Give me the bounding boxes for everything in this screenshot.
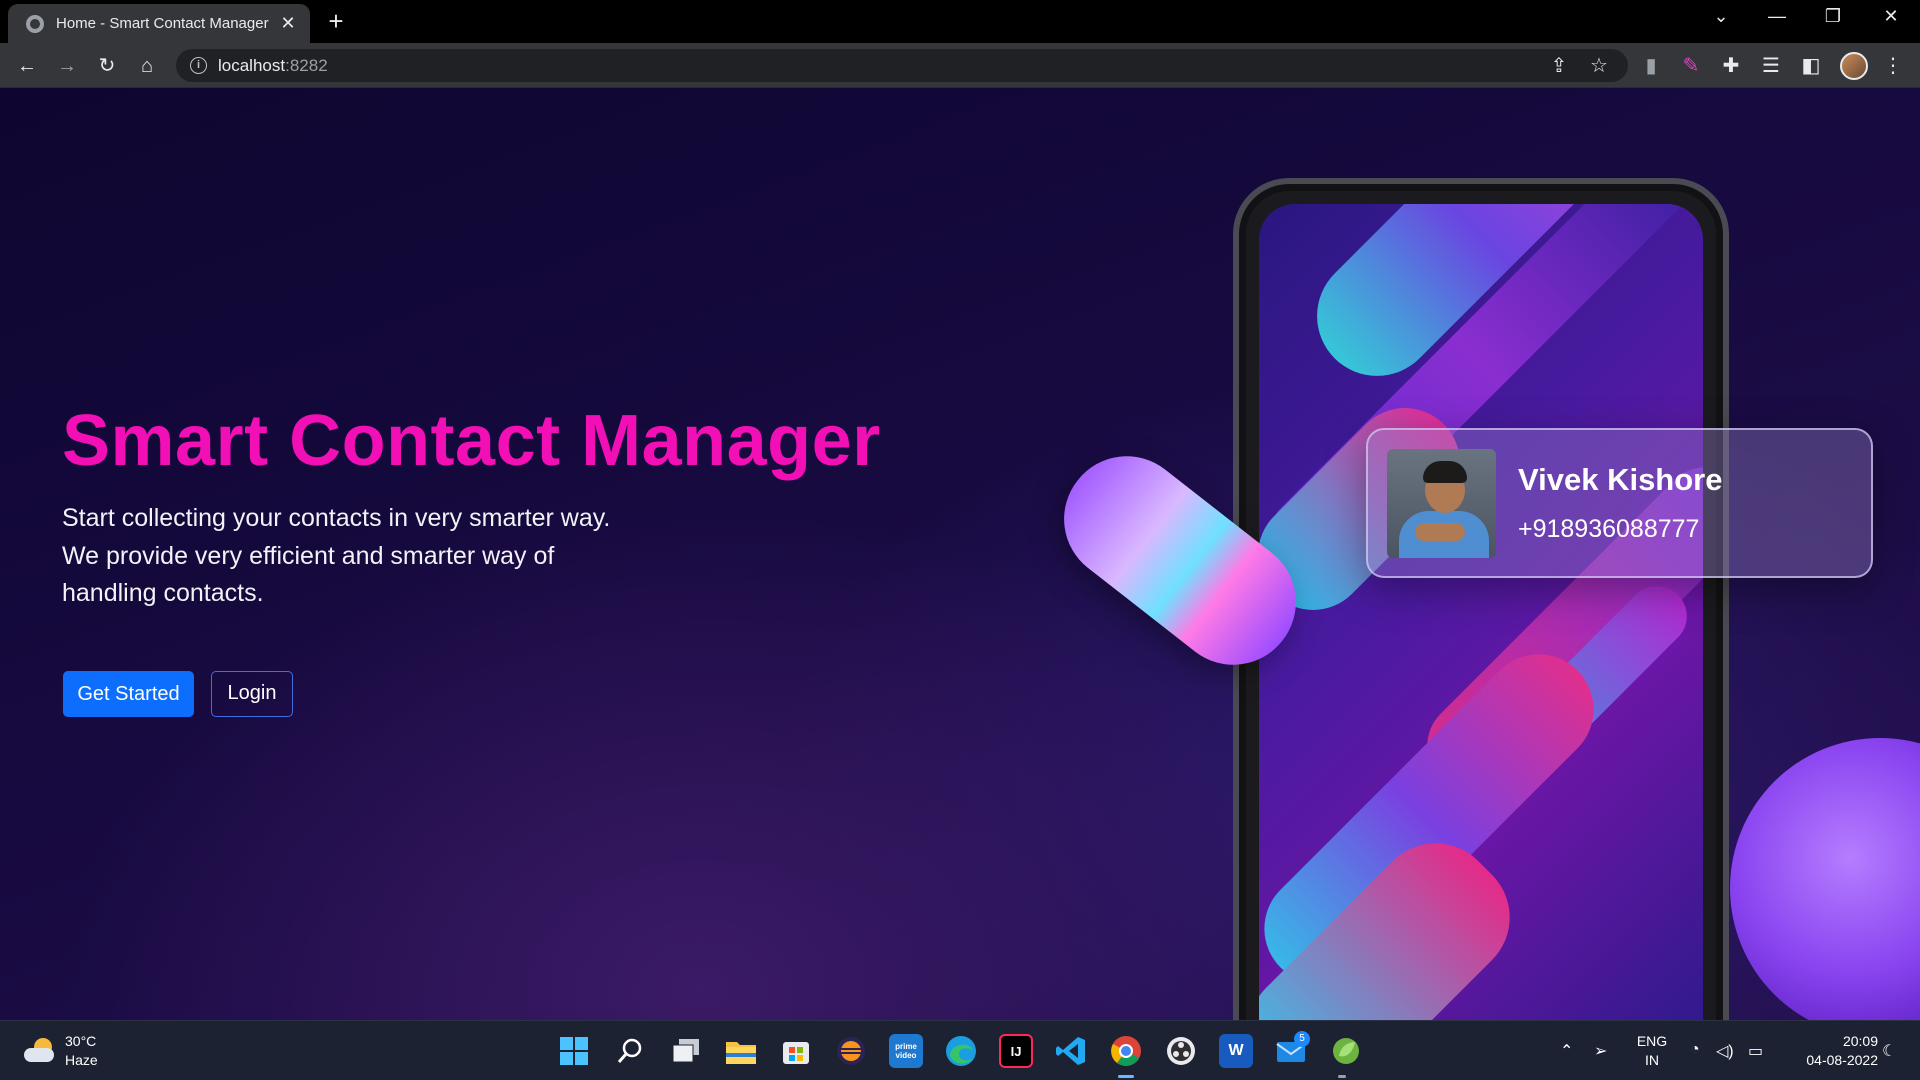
browser-toolbar: ← → ↻ ⌂ i localhost:8282 ⇪ ☆ ▮ ✎ ✚ ☰ ◧ ⋮ — [0, 43, 1920, 88]
obs-icon[interactable] — [1164, 1034, 1198, 1068]
close-window-button[interactable]: ✕ — [1876, 6, 1906, 27]
chrome-icon[interactable] — [1109, 1034, 1143, 1068]
side-panel-icon[interactable]: ◧ — [1798, 53, 1824, 79]
focus-assist-moon-icon[interactable]: ☾ — [1882, 1041, 1896, 1061]
language-region[interactable]: IN — [1632, 1052, 1672, 1068]
phone-screen — [1259, 204, 1703, 1020]
restore-button[interactable]: ❐ — [1818, 6, 1848, 27]
profile-avatar[interactable] — [1840, 52, 1868, 80]
browser-tab-strip: Home - Smart Contact Manager ✕ + ⌄ — ❐ ✕ — [0, 0, 1920, 43]
phone-illustration — [1233, 178, 1729, 1020]
minimize-button[interactable]: — — [1762, 6, 1792, 27]
weather-description[interactable]: Haze — [65, 1052, 98, 1068]
clock-time[interactable]: 20:09 — [1778, 1033, 1878, 1049]
reading-list-icon[interactable]: ☰ — [1758, 53, 1784, 79]
contact-phone: +918936088777 — [1518, 515, 1700, 543]
vs-code-icon[interactable] — [1054, 1034, 1088, 1068]
chrome-active-indicator — [1118, 1075, 1134, 1078]
prime-video-icon[interactable]: prime video — [889, 1034, 923, 1068]
extension-pen-icon[interactable]: ✎ — [1678, 53, 1704, 79]
task-view-icon[interactable] — [669, 1034, 703, 1068]
file-explorer-icon[interactable] — [724, 1034, 758, 1068]
forward-icon[interactable]: → — [54, 53, 80, 79]
reload-icon[interactable]: ↻ — [94, 53, 120, 79]
spring-tool-running-indicator — [1338, 1075, 1346, 1078]
start-button-icon[interactable] — [557, 1034, 591, 1068]
bookmark-star-icon[interactable]: ☆ — [1586, 53, 1612, 79]
decorative-sphere — [1730, 738, 1920, 1020]
edge-icon[interactable] — [944, 1034, 978, 1068]
globe-icon — [26, 14, 44, 33]
site-info-icon[interactable]: i — [190, 57, 207, 74]
url-text[interactable]: localhost:8282 — [218, 56, 328, 76]
close-tab-icon[interactable]: ✕ — [278, 13, 298, 34]
battery-icon[interactable]: ▭ — [1748, 1041, 1763, 1061]
extension-dropper-icon[interactable]: ▮ — [1638, 53, 1664, 79]
hidden-icons-chevron-icon[interactable]: ⌃ — [1560, 1041, 1573, 1061]
hero-line-2: We provide very efficient and smarter wa… — [62, 541, 555, 570]
hero-description: Start collecting your contacts in very s… — [62, 500, 662, 613]
clock-date[interactable]: 04-08-2022 — [1778, 1052, 1878, 1068]
search-icon[interactable] — [613, 1034, 647, 1068]
weather-icon[interactable] — [24, 1038, 54, 1064]
back-icon[interactable]: ← — [14, 53, 40, 79]
get-started-button[interactable]: Get Started — [63, 671, 194, 717]
hero-line-1: Start collecting your contacts in very s… — [62, 504, 611, 532]
contact-name: Vivek Kishore — [1518, 462, 1723, 497]
page-title: Smart Contact Manager — [62, 401, 881, 481]
intellij-icon[interactable]: IJ — [999, 1034, 1033, 1068]
page-viewport: Vivek Kishore +918936088777 Smart Contac… — [0, 88, 1920, 1020]
url-port: :8282 — [285, 56, 328, 75]
location-arrow-icon[interactable]: ➢ — [1594, 1041, 1607, 1061]
home-icon[interactable]: ⌂ — [134, 53, 160, 79]
volume-icon[interactable]: ◁) — [1716, 1041, 1734, 1061]
microsoft-store-icon[interactable] — [779, 1034, 813, 1068]
language-code[interactable]: ENG — [1632, 1033, 1672, 1049]
word-icon[interactable]: W — [1219, 1034, 1253, 1068]
tab-search-chevron-icon[interactable]: ⌄ — [1706, 6, 1736, 27]
hero-line-3: handling contacts. — [62, 579, 264, 607]
contact-avatar — [1387, 449, 1496, 558]
url-host: localhost — [218, 56, 286, 75]
share-icon[interactable]: ⇪ — [1546, 53, 1572, 79]
extensions-puzzle-icon[interactable]: ✚ — [1718, 53, 1744, 79]
tab-title: Home - Smart Contact Manager — [56, 15, 269, 32]
login-button[interactable]: Login — [211, 671, 293, 717]
weather-temperature[interactable]: 30°C — [65, 1033, 96, 1049]
browser-tab-home[interactable]: Home - Smart Contact Manager ✕ — [8, 4, 310, 43]
mail-unread-badge: 5 — [1294, 1031, 1310, 1047]
contact-card: Vivek Kishore +918936088777 — [1366, 428, 1873, 578]
menu-kebab-icon[interactable]: ⋮ — [1880, 53, 1906, 79]
new-tab-button[interactable]: + — [322, 8, 350, 34]
windows-taskbar: 30°C Haze prime video IJ W 5 ⌃ ➢ ENG IN — [0, 1020, 1920, 1080]
eclipse-icon[interactable] — [834, 1034, 868, 1068]
spring-tool-icon[interactable] — [1329, 1034, 1363, 1068]
wifi-icon[interactable]: ◔ — [1690, 1041, 1700, 1059]
address-bar[interactable]: i localhost:8282 ⇪ ☆ — [176, 49, 1628, 82]
